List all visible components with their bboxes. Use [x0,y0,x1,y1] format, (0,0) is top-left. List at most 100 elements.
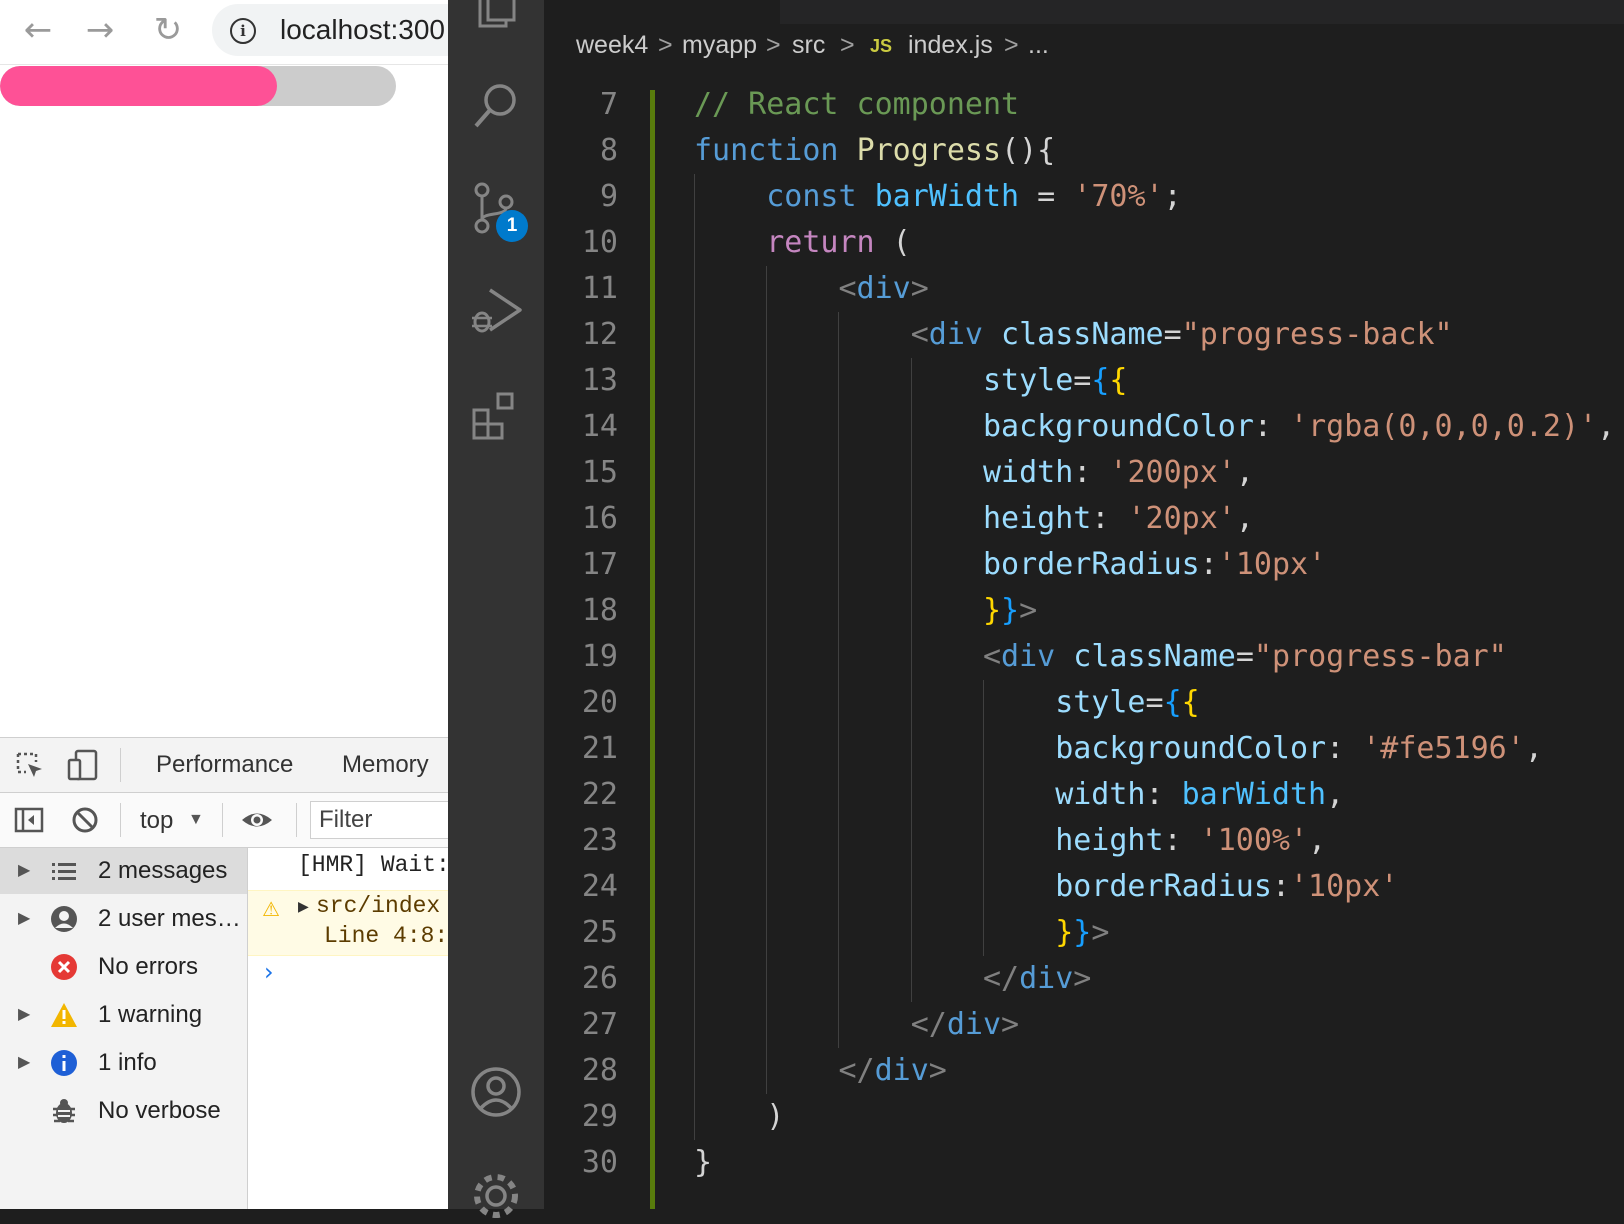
list-icon [52,863,76,880]
explorer-icon[interactable] [468,0,524,40]
expand-arrow-icon[interactable]: ▶ [18,860,30,880]
sidebar-toggle-icon[interactable] [14,805,44,835]
address-bar[interactable]: i localhost:300 [212,4,448,56]
search-icon[interactable] [468,78,524,134]
code-token: '70%' [1073,179,1164,214]
tab-memory[interactable]: Memory [342,751,429,779]
code-token: : [1073,455,1110,490]
code-text: ) [766,1094,784,1140]
progress-back [0,66,396,106]
code-token: div [1001,639,1056,674]
sidebar-item-warnings[interactable]: ▶ 1 warning [0,992,247,1038]
code-text: function Progress(){ [694,128,1055,174]
inspect-element-icon[interactable] [14,750,46,782]
info-icon[interactable]: i [230,18,256,44]
forward-button[interactable]: → [78,8,122,52]
indent-guide [766,266,768,1094]
sidebar-item-errors[interactable]: No errors [0,944,247,990]
code-token: '10px' [1217,547,1327,582]
tab-index-js[interactable] [544,0,780,24]
info-icon [51,1050,77,1076]
code-text: <div> [838,266,928,312]
code-text: // React component [694,82,1019,128]
code-token: backgroundColor [982,409,1254,444]
back-button[interactable]: ← [16,8,60,52]
breadcrumb-item[interactable]: index.js [908,31,993,60]
code-token: (){ [1001,133,1056,168]
expand-arrow-icon[interactable]: ▶ [18,1052,30,1072]
code-text: }}> [1055,910,1109,956]
code-token: = [1145,685,1164,720]
code-token: barWidth [1181,777,1327,812]
code-text: }}> [983,588,1037,634]
code-token: , [1235,501,1254,536]
expand-arrow-icon[interactable]: ▶ [18,908,30,928]
console-prompt[interactable]: › [264,958,274,986]
line-number: 22 [581,777,618,812]
breadcrumb-item[interactable]: myapp [682,31,757,60]
code-token: > [1019,593,1038,628]
code-token: '100%' [1199,823,1309,858]
clear-console-icon[interactable] [70,805,100,835]
browser-window: ← → ↻ i localhost:300 Performance Memory [0,0,448,1209]
bug-icon [53,1099,75,1123]
code-token: </ [982,961,1020,996]
code-token: height [1055,823,1164,858]
code-text: const barWidth = '70%'; [766,174,1181,220]
code-text: </div> [838,1048,946,1094]
code-token: div [928,317,983,352]
reload-button[interactable]: ↻ [146,8,190,52]
log-warning[interactable]: ⚠ ▶ src/index Line 4:8: [248,890,448,956]
code-token: } [694,1145,713,1180]
extensions-icon[interactable] [468,388,524,444]
account-icon[interactable] [468,1064,524,1120]
git-gutter-added [650,90,655,1209]
code-token: ; [1163,179,1182,214]
devtools-panel: Performance Memory top ▼ Filter ▶ 2 mess… [0,737,448,1209]
code-text: backgroundColor: '#fe5196', [1055,726,1543,772]
code-token: } [1073,915,1092,950]
code-token: } [1001,593,1020,628]
code-token: div [946,1007,1002,1042]
gear-icon[interactable] [468,1168,524,1224]
sidebar-item-verbose[interactable]: No verbose [0,1088,247,1134]
breadcrumb-item[interactable]: src [792,31,825,60]
code-editor[interactable]: 7// React component 8 function Progress(){… [544,68,1624,1209]
code-token: < [910,317,929,352]
chevron-down-icon[interactable]: ▼ [188,811,204,829]
line-number: 18 [581,593,618,628]
eye-icon[interactable] [240,805,274,835]
code-token: > [1091,915,1110,950]
run-debug-icon[interactable] [468,282,524,338]
url-text[interactable]: localhost:300 [280,14,445,46]
code-token: { [1109,363,1128,398]
device-toolbar-icon[interactable] [66,748,100,782]
user-icon [51,906,77,932]
warning-icon [51,1003,77,1027]
code-token: } [982,593,1002,628]
indent-guide [982,680,984,956]
code-text: width: barWidth, [1055,772,1344,818]
tab-performance[interactable]: Performance [156,751,293,779]
filter-input[interactable] [310,801,448,839]
breadcrumb-item[interactable]: ... [1028,31,1049,60]
breadcrumb-separator: > [766,31,781,59]
line-number: 7 [599,87,618,122]
code-text: </div> [911,1002,1019,1048]
warning-source-link[interactable]: src/index [316,893,440,919]
expand-arrow-icon[interactable]: ▶ [298,899,309,916]
expand-arrow-icon[interactable]: ▶ [18,1004,30,1024]
line-number: 25 [581,915,618,950]
context-selector[interactable]: top [140,807,173,835]
code-token: { [1181,685,1200,720]
code-token: > [1001,1007,1020,1042]
breadcrumb-item[interactable]: week4 [576,31,648,60]
sidebar-item-info[interactable]: ▶ 1 info [0,1040,247,1086]
sidebar-item-user-messages[interactable]: ▶ 2 user mes… [0,896,247,942]
code-token: barWidth [874,179,1020,214]
code-token: '20px' [1127,501,1236,536]
line-number: 13 [581,363,618,398]
line-number: 24 [581,869,618,904]
sidebar-item-messages[interactable]: ▶ 2 messages [0,848,247,894]
